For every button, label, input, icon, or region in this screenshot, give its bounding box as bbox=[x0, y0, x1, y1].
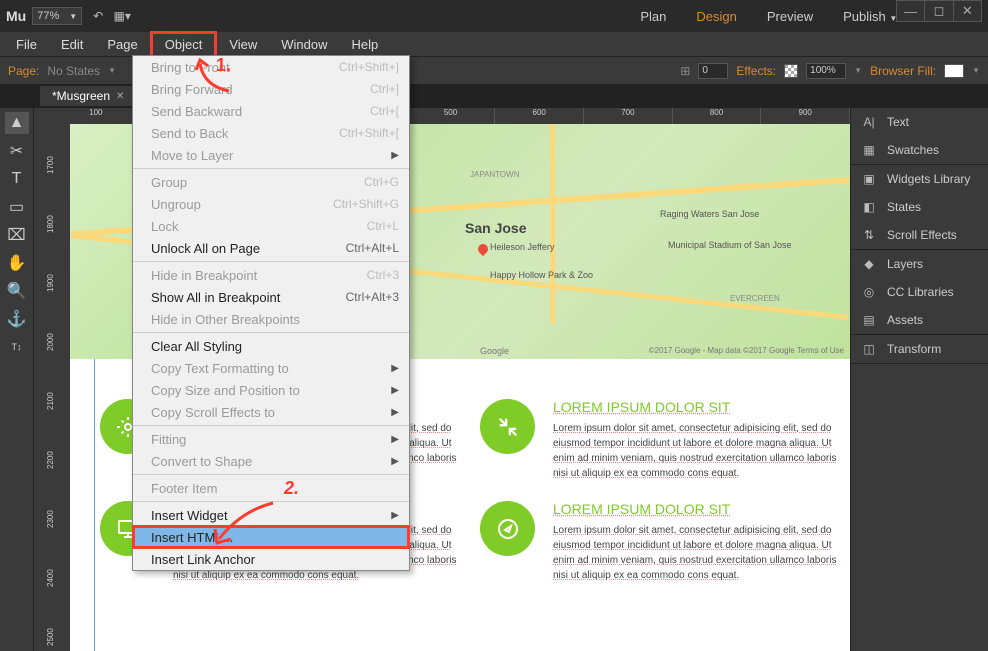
menu-show-all-bp[interactable]: Show All in BreakpointCtrl+Alt+3 bbox=[133, 286, 409, 308]
menu-hide-other-bp: Hide in Other Breakpoints bbox=[133, 308, 409, 330]
app-logo: Mu bbox=[6, 8, 26, 24]
menu-footer-item: Footer Item bbox=[133, 477, 409, 499]
annotation-arrow-2 bbox=[211, 499, 281, 549]
menu-page[interactable]: Page bbox=[95, 34, 149, 55]
menu-window[interactable]: Window bbox=[269, 34, 339, 55]
effects-swatch[interactable] bbox=[784, 64, 798, 78]
crop-tool[interactable]: ✂ bbox=[5, 140, 29, 162]
swatches-icon: ▦ bbox=[861, 142, 877, 158]
states-icon: ◧ bbox=[861, 199, 877, 215]
format-tool[interactable]: T↕ bbox=[5, 336, 29, 358]
optbar-browserfill-label: Browser Fill: bbox=[870, 64, 936, 78]
shrink-icon bbox=[480, 399, 535, 454]
optbar-effects-label: Effects: bbox=[736, 64, 776, 78]
map-copyright: ©2017 Google - Map data ©2017 Google Ter… bbox=[649, 346, 844, 355]
panel-assets[interactable]: ▤Assets bbox=[851, 306, 988, 334]
panel-states[interactable]: ◧States bbox=[851, 193, 988, 221]
maximize-button[interactable]: ◻ bbox=[925, 1, 953, 21]
panel-scroll[interactable]: ⇅Scroll Effects bbox=[851, 221, 988, 249]
optbar-page-label: Page: bbox=[8, 64, 39, 78]
layers-icon: ◆ bbox=[861, 256, 877, 272]
nav-preview[interactable]: Preview bbox=[767, 9, 813, 24]
minimize-button[interactable]: — bbox=[897, 1, 925, 21]
menu-send-back: Send to BackCtrl+Shift+[ bbox=[133, 122, 409, 144]
anchor-tool[interactable]: ⚓ bbox=[5, 308, 29, 330]
menu-clear-styling[interactable]: Clear All Styling bbox=[133, 335, 409, 357]
selection-tool[interactable]: ▲ bbox=[5, 112, 29, 134]
frame-tool[interactable]: ⌧ bbox=[5, 224, 29, 246]
responsive-layout-icon[interactable]: ▦▾ bbox=[112, 6, 132, 26]
menu-move-layer: Move to Layer▶ bbox=[133, 144, 409, 166]
menu-fitting: Fitting▶ bbox=[133, 428, 409, 450]
assets-icon: ▤ bbox=[861, 312, 877, 328]
widgets-icon: ▣ bbox=[861, 171, 877, 187]
browserfill-swatch[interactable] bbox=[944, 64, 964, 78]
nav-publish[interactable]: Publish ▼ bbox=[843, 9, 897, 24]
nav-plan[interactable]: Plan bbox=[640, 9, 666, 24]
caret-down-icon: ▼ bbox=[69, 12, 77, 21]
optbar-states[interactable]: No States bbox=[47, 64, 100, 78]
text-panel-icon: A| bbox=[861, 114, 877, 130]
scroll-icon: ⇅ bbox=[861, 227, 877, 243]
menu-edit[interactable]: Edit bbox=[49, 34, 95, 55]
map-city-label: San Jose bbox=[465, 220, 526, 236]
panel-cc[interactable]: ◎CC Libraries bbox=[851, 278, 988, 306]
feature-card: LOREM IPSUM DOLOR SITLorem ipsum dolor s… bbox=[480, 501, 840, 583]
menu-bring-forward: Bring ForwardCtrl+] bbox=[133, 78, 409, 100]
menu-send-backward: Send BackwardCtrl+[ bbox=[133, 100, 409, 122]
document-tab[interactable]: *Musgreen✕ bbox=[40, 86, 136, 106]
menu-convert-shape: Convert to Shape▶ bbox=[133, 450, 409, 472]
menu-insert-anchor[interactable]: Insert Link Anchor bbox=[133, 548, 409, 570]
close-window-button[interactable]: ✕ bbox=[954, 1, 981, 21]
optbar-x-input[interactable]: 0 bbox=[698, 63, 728, 79]
feature-card: LOREM IPSUM DOLOR SITLorem ipsum dolor s… bbox=[480, 399, 840, 481]
menu-file[interactable]: File bbox=[4, 34, 49, 55]
cc-icon: ◎ bbox=[861, 284, 877, 300]
hruler-tick: 100 bbox=[52, 108, 141, 124]
rectangle-tool[interactable]: ▭ bbox=[5, 196, 29, 218]
menu-view[interactable]: View bbox=[217, 34, 269, 55]
object-menu-dropdown: Bring to FrontCtrl+Shift+] Bring Forward… bbox=[132, 55, 410, 571]
undo-history-icon[interactable]: ↶ bbox=[88, 6, 108, 26]
panel-widgets[interactable]: ▣Widgets Library bbox=[851, 165, 988, 193]
optbar-opacity[interactable]: 100% bbox=[806, 63, 846, 79]
menu-help[interactable]: Help bbox=[340, 34, 391, 55]
close-tab-icon[interactable]: ✕ bbox=[116, 91, 124, 102]
menu-copy-size-pos: Copy Size and Position to▶ bbox=[133, 379, 409, 401]
panel-text[interactable]: A|Text bbox=[851, 108, 988, 136]
compass-icon bbox=[480, 501, 535, 556]
menu-group: GroupCtrl+G bbox=[133, 171, 409, 193]
menu-lock: LockCtrl+L bbox=[133, 215, 409, 237]
annotation-2: 2. bbox=[284, 478, 299, 499]
menu-hide-bp: Hide in BreakpointCtrl+3 bbox=[133, 264, 409, 286]
panel-layers[interactable]: ◆Layers bbox=[851, 250, 988, 278]
nav-design[interactable]: Design bbox=[696, 9, 736, 24]
hand-tool[interactable]: ✋ bbox=[5, 252, 29, 274]
panel-swatches[interactable]: ▦Swatches bbox=[851, 136, 988, 164]
menu-unlock-all[interactable]: Unlock All on PageCtrl+Alt+L bbox=[133, 237, 409, 259]
menu-copy-scroll: Copy Scroll Effects to▶ bbox=[133, 401, 409, 423]
menu-object[interactable]: Object bbox=[150, 31, 218, 58]
menu-copy-text-fmt: Copy Text Formatting to▶ bbox=[133, 357, 409, 379]
annotation-1: 1. bbox=[216, 55, 231, 76]
map-pin-icon bbox=[476, 242, 490, 256]
zoom-select[interactable]: 77%▼ bbox=[32, 7, 82, 25]
transform-icon: ◫ bbox=[861, 341, 877, 357]
vruler-tick: 1700 bbox=[46, 124, 55, 174]
menu-bring-front: Bring to FrontCtrl+Shift+] bbox=[133, 56, 409, 78]
menu-ungroup: UngroupCtrl+Shift+G bbox=[133, 193, 409, 215]
text-tool[interactable]: T bbox=[5, 168, 29, 190]
zoom-tool[interactable]: 🔍 bbox=[5, 280, 29, 302]
panel-transform[interactable]: ◫Transform bbox=[851, 335, 988, 363]
